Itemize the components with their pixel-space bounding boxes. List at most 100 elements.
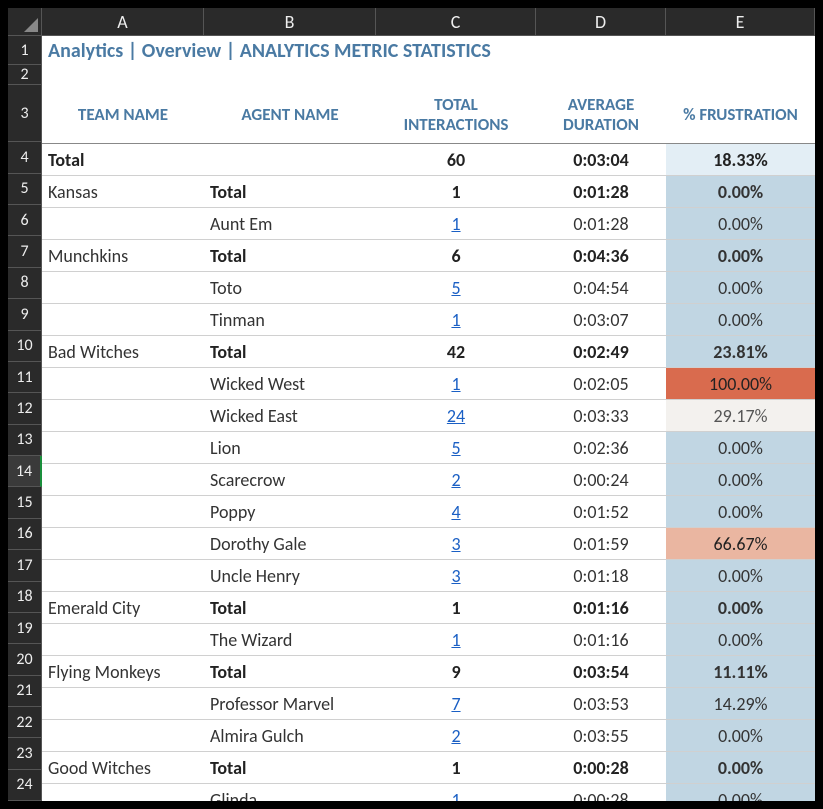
team-total-duration[interactable]: 0:03:54 [536,656,666,688]
cell[interactable] [42,464,204,496]
agent-frustration[interactable]: 0.00% [666,720,815,752]
cell[interactable] [42,560,204,592]
agent-interactions[interactable]: 2 [376,720,536,752]
cell[interactable] [42,688,204,720]
column-title-A[interactable]: TEAM NAME [42,86,204,144]
agent-name[interactable]: Dorothy Gale [204,528,376,560]
row-header-20[interactable]: 20 [8,644,42,675]
team-total-duration[interactable]: 0:00:28 [536,752,666,784]
agent-frustration[interactable]: 0.00% [666,624,815,656]
cell[interactable] [42,272,204,304]
cell[interactable] [42,208,204,240]
row-header-14[interactable]: 14 [8,456,42,487]
row-header-6[interactable]: 6 [8,205,42,236]
agent-interactions[interactable]: 1 [376,304,536,336]
agent-name[interactable]: Wicked East [204,400,376,432]
team-total-interactions[interactable]: 1 [376,752,536,784]
agent-interactions[interactable]: 1 [376,208,536,240]
agent-interactions[interactable]: 24 [376,400,536,432]
agent-frustration[interactable]: 0.00% [666,208,815,240]
team-total-label[interactable]: Total [204,592,376,624]
agent-interactions[interactable]: 1 [376,624,536,656]
agent-frustration[interactable]: 0.00% [666,560,815,592]
agent-duration[interactable]: 0:01:18 [536,560,666,592]
grand-total-label[interactable]: Total [42,144,204,176]
agent-name[interactable]: Toto [204,272,376,304]
column-header-C[interactable]: C [376,8,536,36]
spreadsheet-grid[interactable]: Analytics | Overview | ANALYTICS METRIC … [42,36,815,801]
row-header-24[interactable]: 24 [8,770,42,801]
agent-duration[interactable]: 0:03:33 [536,400,666,432]
interactions-link[interactable]: 1 [451,629,460,651]
agent-name[interactable]: Wicked West [204,368,376,400]
cell[interactable] [42,496,204,528]
grand-total-interactions[interactable]: 60 [376,144,536,176]
agent-duration[interactable]: 0:02:36 [536,432,666,464]
team-total-frustration[interactable]: 0.00% [666,592,815,624]
row-header-2[interactable]: 2 [8,65,42,85]
agent-frustration[interactable]: 0.00% [666,496,815,528]
row-header-1[interactable]: 1 [8,36,42,65]
team-total-label[interactable]: Total [204,336,376,368]
team-total-label[interactable]: Total [204,656,376,688]
agent-name[interactable]: Professor Marvel [204,688,376,720]
agent-duration[interactable]: 0:03:07 [536,304,666,336]
column-title-B[interactable]: AGENT NAME [204,86,376,144]
agent-frustration[interactable]: 0.00% [666,784,815,801]
cell[interactable] [42,368,204,400]
agent-name[interactable]: Almira Gulch [204,720,376,752]
row-header-13[interactable]: 13 [8,425,42,456]
team-total-duration[interactable]: 0:04:36 [536,240,666,272]
agent-interactions[interactable]: 1 [376,368,536,400]
agent-duration[interactable]: 0:01:16 [536,624,666,656]
interactions-link[interactable]: 5 [451,277,460,299]
team-total-frustration[interactable]: 0.00% [666,752,815,784]
row-header-7[interactable]: 7 [8,236,42,267]
agent-frustration[interactable]: 0.00% [666,432,815,464]
team-total-interactions[interactable]: 9 [376,656,536,688]
team-total-interactions[interactable]: 1 [376,592,536,624]
row-header-16[interactable]: 16 [8,519,42,550]
grand-total-duration[interactable]: 0:03:04 [536,144,666,176]
row-header-15[interactable]: 15 [8,487,42,518]
cell[interactable] [42,528,204,560]
blank-cell[interactable] [376,66,536,86]
cell[interactable] [42,720,204,752]
agent-duration[interactable]: 0:02:05 [536,368,666,400]
team-name[interactable]: Good Witches [42,752,204,784]
agent-interactions[interactable]: 5 [376,432,536,464]
team-name[interactable]: Bad Witches [42,336,204,368]
agent-duration[interactable]: 0:01:59 [536,528,666,560]
team-total-label[interactable]: Total [204,240,376,272]
select-all-triangle[interactable] [8,8,42,36]
column-header-D[interactable]: D [536,8,666,36]
team-name[interactable]: Emerald City [42,592,204,624]
agent-duration[interactable]: 0:01:28 [536,208,666,240]
team-total-interactions[interactable]: 42 [376,336,536,368]
interactions-link[interactable]: 5 [451,437,460,459]
team-total-interactions[interactable]: 6 [376,240,536,272]
agent-frustration[interactable]: 0.00% [666,272,815,304]
interactions-link[interactable]: 2 [451,469,460,491]
agent-frustration[interactable]: 14.29% [666,688,815,720]
agent-interactions[interactable]: 3 [376,560,536,592]
interactions-link[interactable]: 1 [451,789,460,802]
agent-name[interactable]: The Wizard [204,624,376,656]
agent-frustration[interactable]: 0.00% [666,464,815,496]
blank-cell[interactable] [204,66,376,86]
blank-cell[interactable] [536,66,666,86]
agent-frustration[interactable]: 0.00% [666,304,815,336]
team-total-frustration[interactable]: 11.11% [666,656,815,688]
interactions-link[interactable]: 24 [447,405,465,427]
team-total-duration[interactable]: 0:02:49 [536,336,666,368]
agent-name[interactable]: Aunt Em [204,208,376,240]
blank-cell[interactable] [42,66,204,86]
cell[interactable] [42,624,204,656]
row-header-5[interactable]: 5 [8,174,42,205]
row-header-18[interactable]: 18 [8,582,42,613]
agent-interactions[interactable]: 3 [376,528,536,560]
team-total-duration[interactable]: 0:01:28 [536,176,666,208]
row-header-4[interactable]: 4 [8,142,42,173]
agent-name[interactable]: Lion [204,432,376,464]
column-title-E[interactable]: % FRUSTRATION [666,86,815,144]
